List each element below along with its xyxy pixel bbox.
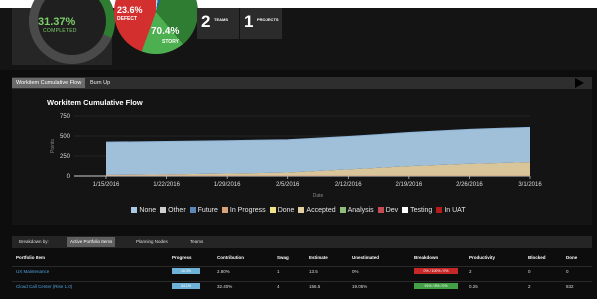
cell-breakdown: 91% / 8% / 0% <box>414 283 458 289</box>
legend-item-accepted[interactable]: Accepted <box>298 207 336 214</box>
cell-unestimated: 19.05% <box>352 284 368 289</box>
legend-swatch <box>402 207 409 213</box>
x-tick-label: 2/5/2016 <box>276 182 300 188</box>
legend-label: Dev <box>385 207 399 214</box>
cell-breakdown: 0% / 100% / 0% <box>414 268 458 274</box>
row-divider <box>12 281 592 282</box>
breakdown-label: Breakdown by: <box>19 239 49 244</box>
cell-contribution: 2.80% <box>217 269 230 274</box>
x-tick-label: 1/22/2016 <box>153 182 180 188</box>
cell-swag: 1 <box>277 269 280 274</box>
legend-swatch <box>377 207 384 213</box>
y-tick-label: 500 <box>60 134 71 140</box>
legend-label: Future <box>197 207 218 214</box>
legend-label: Analysis <box>347 207 374 214</box>
legend-label: Done <box>277 207 295 214</box>
column-header[interactable]: Breakdown <box>414 255 438 260</box>
legend-item-in-progress[interactable]: In Progress <box>221 207 266 214</box>
legend-swatch <box>339 207 346 213</box>
legend-label: Testing <box>410 207 433 214</box>
y-tick-label: 750 <box>60 114 71 120</box>
tab-planning-nodes[interactable]: Planning Nodes <box>133 237 171 247</box>
cell-productivity: 0.25 <box>469 284 478 289</box>
cell-done: 0 <box>566 269 569 274</box>
column-header[interactable]: Productivity <box>469 255 495 260</box>
legend-swatch <box>160 207 167 213</box>
x-tick-label: 2/26/2016 <box>456 182 483 188</box>
legend-swatch <box>221 207 228 213</box>
chart-legend: None Other Future In Progress Done Accepted An… <box>0 207 597 214</box>
cell-contribution: 32.40% <box>217 284 233 289</box>
column-header[interactable]: Blocked <box>528 255 546 260</box>
cell-progress: 16.3% <box>172 268 200 274</box>
y-tick-label: 250 <box>60 154 71 160</box>
x-tick-label: 1/15/2016 <box>93 182 120 188</box>
x-axis-label: Date <box>313 193 324 199</box>
x-tick-label: 3/1/2016 <box>518 182 542 188</box>
column-header[interactable]: Progress <box>172 255 192 260</box>
column-header[interactable]: Swag <box>277 255 289 260</box>
cell-unestimated: 0% <box>352 269 359 274</box>
cell-progress: 34.1% <box>172 283 200 289</box>
breakdown-bar: Breakdown by: Active Portfolio Items Pla… <box>12 236 592 248</box>
portfolio-item-link[interactable]: Cloud Call Center (Rise 1.0) <box>16 284 72 289</box>
legend-swatch <box>298 207 305 213</box>
portfolio-item-link[interactable]: UX Maintenance <box>16 269 49 274</box>
cell-productivity: 2 <box>469 269 472 274</box>
column-header[interactable]: Contribution <box>217 255 244 260</box>
legend-item-future[interactable]: Future <box>189 207 218 214</box>
legend-item-none[interactable]: None <box>131 207 156 214</box>
y-tick-label: 0 <box>67 174 71 180</box>
column-header[interactable]: Done <box>566 255 577 260</box>
column-header[interactable]: Unestimated <box>352 255 379 260</box>
cell-estimate: 156.5 <box>309 284 321 289</box>
x-tick-label: 2/12/2016 <box>335 182 362 188</box>
legend-item-testing[interactable]: Testing <box>402 207 432 214</box>
legend-label: None <box>139 207 157 214</box>
column-header[interactable]: Portfolio Item <box>16 255 45 260</box>
cumulative-flow-chart: 0 250 500 750 1/15/2016 1/22/2016 1/29/2016 2/5… <box>50 114 542 199</box>
cell-done: 832 <box>566 284 574 289</box>
legend-swatch <box>269 207 276 213</box>
legend-item-done[interactable]: Done <box>269 207 295 214</box>
x-tick-label: 2/19/2016 <box>396 182 423 188</box>
row-divider <box>12 266 592 267</box>
legend-item-other[interactable]: Other <box>160 207 186 214</box>
legend-label: In UAT <box>444 207 466 214</box>
legend-item-in-uat[interactable]: In UAT <box>436 207 466 214</box>
tab-teams[interactable]: Teams <box>187 237 206 247</box>
legend-item-analysis[interactable]: Analysis <box>339 207 374 214</box>
tab-active-portfolio-items[interactable]: Active Portfolio Items <box>67 237 116 247</box>
cell-blocked: 2 <box>528 284 531 289</box>
cell-estimate: 13.5 <box>309 269 318 274</box>
legend-label: Accepted <box>306 207 336 214</box>
legend-item-dev[interactable]: Dev <box>377 207 399 214</box>
y-axis-label: Points <box>50 139 56 153</box>
legend-label: In Progress <box>229 207 266 214</box>
cell-swag: 4 <box>277 284 280 289</box>
legend-label: Other <box>168 207 186 214</box>
cell-blocked: 0 <box>528 269 531 274</box>
column-header[interactable]: Estimate <box>309 255 328 260</box>
x-tick-label: 1/29/2016 <box>214 182 241 188</box>
legend-swatch <box>131 207 138 213</box>
legend-swatch <box>189 207 196 213</box>
legend-swatch <box>436 207 443 213</box>
